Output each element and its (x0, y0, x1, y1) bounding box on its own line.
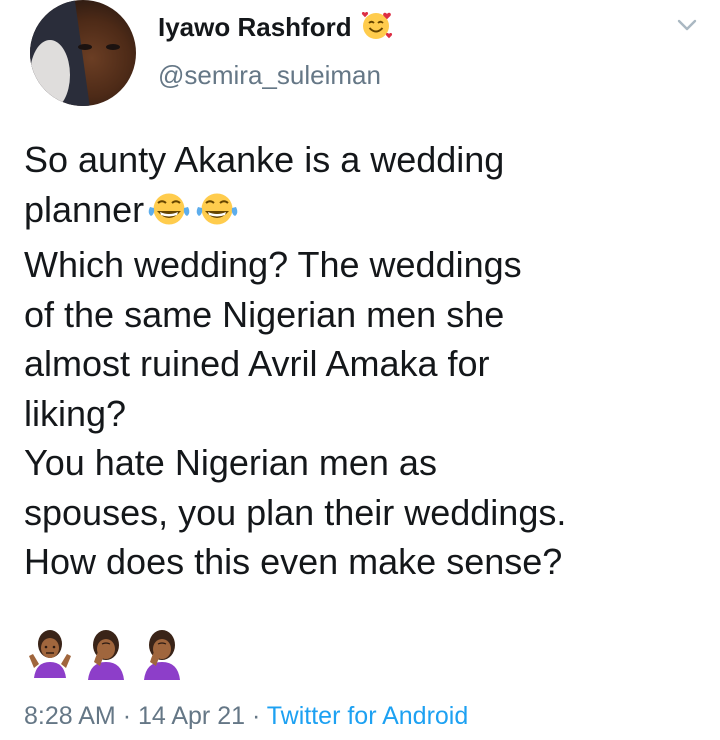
tweet-line: of the same Nigerian men she (24, 293, 505, 335)
tweet-metadata: 8:28 AM · 14 Apr 21 · Twitter for Androi… (24, 702, 468, 731)
tweet-line: liking? (24, 392, 127, 434)
person-facepalming-icon (140, 628, 184, 685)
face-with-tears-of-joy-icon (146, 188, 192, 241)
tweet-line: Which wedding? The weddings (24, 244, 522, 285)
tweet-line: planner (24, 185, 714, 241)
tweet-line: How does this even make sense? (24, 541, 563, 582)
tweet-time[interactable]: 8:28 AM (24, 702, 116, 730)
tweet-line-text: planner (24, 188, 145, 230)
tweet-text: So aunty Akanke is a wedding planner Whi… (24, 135, 714, 587)
separator-dot: · (251, 702, 261, 730)
gesture-emoji-row (28, 628, 184, 685)
chevron-down-icon[interactable] (676, 14, 698, 36)
display-name[interactable]: Iyawo Rashford (158, 12, 352, 43)
tweet-line: spouses, you plan their weddings. (24, 491, 567, 533)
smiling-face-with-hearts-icon (360, 8, 394, 47)
separator-dot: · (122, 702, 132, 730)
tweet-source-link[interactable]: Twitter for Android (267, 702, 468, 730)
author-name-row[interactable]: Iyawo Rashford (158, 8, 394, 47)
tweet-line: So aunty Akanke is a wedding (24, 139, 505, 180)
tweet-line: almost ruined Avril Amaka for (24, 343, 490, 384)
avatar-eye-left (78, 44, 92, 50)
username-handle[interactable]: @semira_suleiman (158, 60, 381, 91)
tweet-line: You hate Nigerian men as (24, 442, 437, 483)
avatar-highlight (30, 40, 70, 106)
person-facepalming-icon (84, 628, 128, 685)
face-with-tears-of-joy-icon (194, 188, 240, 241)
avatar-eye-right (106, 44, 120, 50)
tweet-date[interactable]: 14 Apr 21 (138, 702, 245, 730)
avatar[interactable] (30, 0, 136, 106)
person-shrugging-icon (28, 628, 72, 685)
